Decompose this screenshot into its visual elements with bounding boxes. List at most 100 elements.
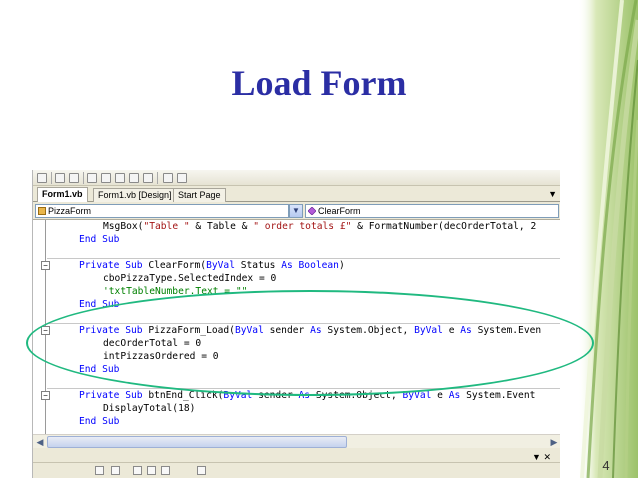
code-token: intPizzasOrdered = 0 [103, 351, 219, 362]
code-token: PizzaForm_Load( [142, 325, 235, 336]
slide: Load Form Form1.vb Form1.vb [Design] Sta… [0, 0, 638, 478]
code-token: ByVal [223, 390, 253, 401]
code-line[interactable]: MsgBox("Table " & Table & " order totals… [103, 220, 560, 233]
tool-icon[interactable] [147, 466, 156, 475]
document-tabs: Form1.vb Form1.vb [Design] Start Page ▼ [33, 186, 560, 202]
toolbar-separator [157, 172, 158, 184]
object-combo[interactable]: PizzaForm [35, 204, 289, 218]
code-token: cboPizzaType.SelectedIndex = 0 [103, 273, 277, 284]
next-bookmark-icon[interactable] [129, 173, 139, 183]
code-token: End Sub [79, 364, 120, 375]
code-token: ByVal [206, 260, 235, 271]
code-token: As [298, 390, 311, 401]
object-combo-value: PizzaForm [48, 206, 92, 216]
code-token: Private Sub [79, 325, 143, 336]
code-token: As Boolean [281, 260, 339, 271]
code-area[interactable]: MsgBox("Table " & Table & " order totals… [33, 220, 560, 436]
chevron-right-icon[interactable]: ▶ [547, 435, 560, 449]
code-token: " order totals £" [253, 221, 352, 232]
code-line[interactable]: intPizzasOrdered = 0 [103, 350, 560, 363]
code-token: decOrderTotal = 0 [103, 338, 202, 349]
scroll-thumb[interactable] [47, 436, 347, 448]
procedure-separator [47, 258, 560, 259]
tool-icon[interactable] [95, 466, 104, 475]
method-combo[interactable]: ClearForm [305, 204, 559, 218]
code-token: & FormatNumber(decOrderTotal, 2 [351, 221, 537, 232]
procedure-separator [47, 323, 560, 324]
code-line[interactable]: End Sub [79, 363, 560, 376]
code-token: & Table & [189, 221, 254, 232]
code-token: sender [263, 325, 311, 336]
tab-start-page[interactable]: Start Page [173, 188, 226, 202]
code-token: As [448, 390, 461, 401]
comment-icon[interactable] [37, 173, 47, 183]
code-token: Private Sub [79, 390, 143, 401]
code-line[interactable]: decOrderTotal = 0 [103, 337, 560, 350]
tool-icon[interactable] [133, 466, 142, 475]
outdent-icon[interactable] [87, 173, 97, 183]
prev-bookmark-icon[interactable] [115, 173, 125, 183]
code-token: MsgBox( [103, 221, 144, 232]
toolbar-separator [83, 172, 84, 184]
chevron-down-icon[interactable]: ▼ [548, 189, 557, 199]
code-token: ) [338, 260, 345, 271]
uncomment-icon[interactable] [55, 173, 65, 183]
code-token: ClearForm( [142, 260, 207, 271]
code-token: ByVal [402, 390, 432, 401]
code-line[interactable]: cboPizzaType.SelectedIndex = 0 [103, 272, 560, 285]
clear-bookmark-icon[interactable] [143, 173, 153, 183]
code-token: Private Sub [79, 260, 143, 271]
code-editor-window: Form1.vb Form1.vb [Design] Start Page ▼ … [32, 170, 560, 478]
method-icon [308, 207, 316, 215]
collapse-icon[interactable]: − [41, 391, 50, 400]
chevron-down-icon[interactable]: ▼ [289, 204, 303, 218]
collapse-icon[interactable]: − [41, 326, 50, 335]
horizontal-scrollbar[interactable]: ◀ ▶ [33, 434, 560, 448]
collapse-icon[interactable]: − [41, 261, 50, 270]
code-token: ByVal [234, 325, 264, 336]
code-line[interactable]: DisplayTotal(18) [103, 402, 560, 415]
code-line[interactable]: End Sub [79, 233, 560, 246]
code-token: "Table " [143, 221, 190, 232]
tab-form1-design[interactable]: Form1.vb [Design] [93, 188, 177, 202]
method-combo-value: ClearForm [318, 206, 361, 216]
code-token: btnEnd_Click( [142, 390, 224, 401]
code-token: DisplayTotal(18) [103, 403, 196, 414]
chevron-left-icon[interactable]: ◀ [33, 435, 47, 449]
code-token: As [310, 325, 322, 336]
code-token: End Sub [79, 299, 120, 310]
code-token: sender [252, 390, 299, 401]
code-token: As [460, 325, 472, 336]
comment-icon[interactable] [163, 173, 173, 183]
indent-icon[interactable] [69, 173, 79, 183]
code-token: End Sub [79, 234, 120, 245]
code-token: System.Even [471, 325, 542, 336]
toolbar-separator [51, 172, 52, 184]
code-line[interactable]: End Sub [79, 415, 560, 428]
code-token: 'txtTableNumber.Text = "" [103, 286, 248, 297]
code-line[interactable]: Private Sub ClearForm(ByVal Status As Bo… [79, 259, 560, 272]
code-token: ByVal [414, 325, 443, 336]
code-token: e [442, 325, 461, 336]
code-line[interactable]: 'txtTableNumber.Text = "" [103, 285, 560, 298]
tab-form1-vb[interactable]: Form1.vb [37, 187, 88, 202]
slide-title: Load Form [231, 63, 407, 103]
procedure-separator [47, 388, 560, 389]
code-token: e [431, 390, 449, 401]
tool-icon[interactable] [111, 466, 120, 475]
code-line[interactable]: End Sub [79, 298, 560, 311]
bottom-panel: ▼ ✕ [33, 448, 560, 478]
tool-icon[interactable] [197, 466, 206, 475]
bookmark-icon[interactable] [101, 173, 111, 183]
code-token: System.Event [460, 390, 536, 401]
class-icon [38, 207, 46, 215]
code-token: System.Object, [321, 325, 415, 336]
code-line[interactable]: Private Sub PizzaForm_Load(ByVal sender … [79, 324, 560, 337]
code-token: System.Object, [310, 390, 403, 401]
code-token: Status [234, 260, 282, 271]
uncomment-icon[interactable] [177, 173, 187, 183]
divider [33, 462, 560, 463]
code-line[interactable]: Private Sub btnEnd_Click(ByVal sender As… [79, 389, 560, 402]
navigation-bar: PizzaForm ▼ ClearForm [33, 202, 560, 220]
tool-icon[interactable] [161, 466, 170, 475]
